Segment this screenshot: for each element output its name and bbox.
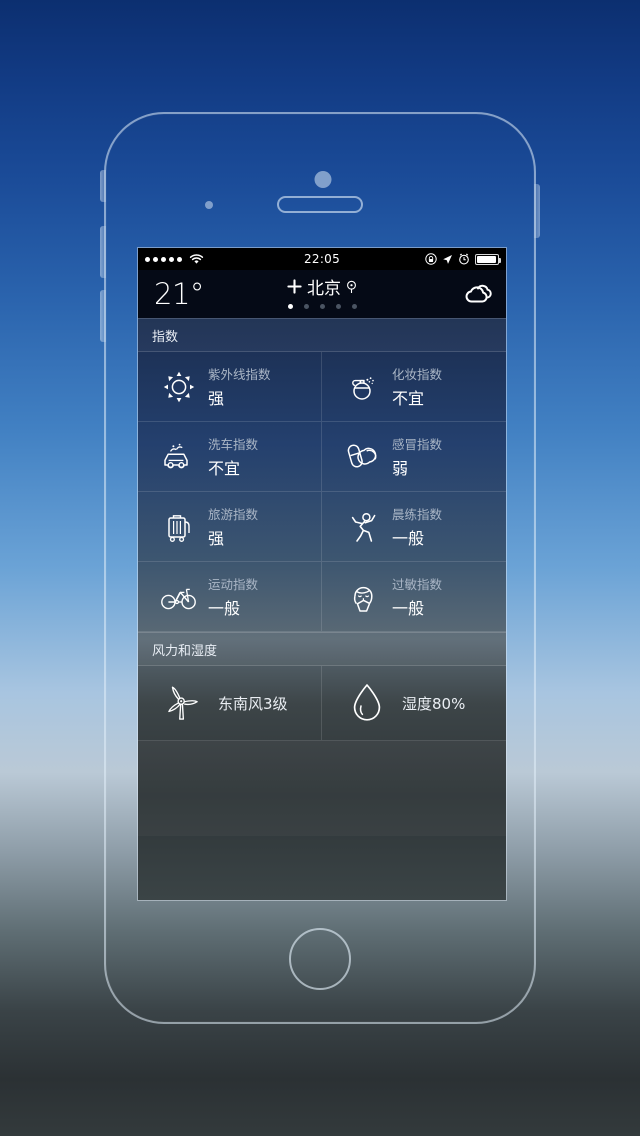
index-label: 紫外线指数 (208, 367, 271, 382)
silent-switch[interactable] (100, 170, 106, 202)
index-label: 化妆指数 (392, 367, 443, 382)
exercise-icon (344, 510, 382, 544)
cloud-icon[interactable] (452, 270, 506, 318)
bicycle-icon (160, 582, 198, 612)
index-cell-cold[interactable]: 感冒指数 弱 (322, 422, 506, 492)
sun-icon (160, 370, 198, 404)
index-value: 一般 (392, 599, 425, 618)
index-value: 一般 (392, 529, 425, 548)
waterdrop-icon (348, 682, 386, 724)
humidity-value: 湿度80% (402, 694, 466, 713)
earpiece-speaker (277, 196, 363, 213)
empty-area (138, 740, 506, 836)
location-arrow-icon (442, 254, 453, 265)
alarm-clock-icon (458, 253, 470, 265)
index-label: 过敏指数 (392, 577, 443, 592)
index-label: 旅游指数 (208, 507, 259, 522)
index-cell-sports[interactable]: 运动指数 一般 (138, 562, 322, 632)
wind-humidity-grid: 东南风3级 湿度80% (138, 666, 506, 740)
plus-icon[interactable] (287, 279, 302, 294)
wind-value: 东南风3级 (218, 694, 288, 713)
index-cell-allergy[interactable]: 过敏指数 一般 (322, 562, 506, 632)
index-value: 强 (208, 389, 225, 408)
section-title-wind-humidity: 风力和湿度 (138, 632, 506, 666)
index-label: 晨练指数 (392, 507, 443, 522)
index-value: 强 (208, 529, 225, 548)
humidity-cell[interactable]: 湿度80% (322, 666, 506, 740)
index-grid: 紫外线指数 强 化妆指数 不宜 洗车指数 不宜 感冒指数 弱 旅游指数 强 晨练… (138, 352, 506, 632)
power-button[interactable] (534, 184, 540, 238)
volume-up-button[interactable] (100, 226, 106, 278)
index-value: 不宜 (208, 459, 241, 478)
perfume-icon (344, 370, 382, 404)
volume-down-button[interactable] (100, 290, 106, 342)
wind-cell[interactable]: 东南风3级 (138, 666, 322, 740)
index-cell-travel[interactable]: 旅游指数 强 (138, 492, 322, 562)
index-cell-makeup[interactable]: 化妆指数 不宜 (322, 352, 506, 422)
pills-icon (344, 440, 382, 474)
index-value: 不宜 (392, 389, 425, 408)
index-cell-carwash[interactable]: 洗车指数 不宜 (138, 422, 322, 492)
proximity-sensor (205, 201, 213, 209)
section-title-index: 指数 (138, 318, 506, 352)
wifi-icon (189, 253, 204, 265)
phone-frame: 22:05 21° 北京 指数 紫外线指数 强 化妆指数 不宜 洗车指数 不宜 … (100, 112, 540, 1024)
index-cell-morning-exercise[interactable]: 晨练指数 一般 (322, 492, 506, 562)
home-button[interactable] (289, 928, 351, 990)
battery-icon (475, 253, 501, 265)
status-bar: 22:05 (138, 248, 506, 270)
rotation-lock-icon (425, 253, 437, 265)
sneeze-icon (344, 580, 382, 614)
city-name[interactable]: 北京 (307, 274, 341, 299)
index-label: 洗车指数 (208, 437, 259, 452)
phone-screen: 22:05 21° 北京 指数 紫外线指数 强 化妆指数 不宜 洗车指数 不宜 … (138, 248, 506, 900)
index-label: 运动指数 (208, 577, 259, 592)
front-camera (314, 171, 332, 188)
suitcase-icon (160, 510, 198, 544)
index-value: 一般 (208, 599, 241, 618)
windmill-icon (164, 682, 202, 724)
index-cell-uv[interactable]: 紫外线指数 强 (138, 352, 322, 422)
page-indicator (287, 304, 357, 309)
signal-strength-dots (145, 256, 182, 262)
index-label: 感冒指数 (392, 437, 443, 452)
weather-header: 21° 北京 (138, 270, 506, 318)
current-temperature: 21° (154, 276, 204, 311)
index-value: 弱 (392, 459, 409, 478)
location-pin-icon (346, 280, 357, 294)
car-wash-icon (160, 441, 198, 473)
